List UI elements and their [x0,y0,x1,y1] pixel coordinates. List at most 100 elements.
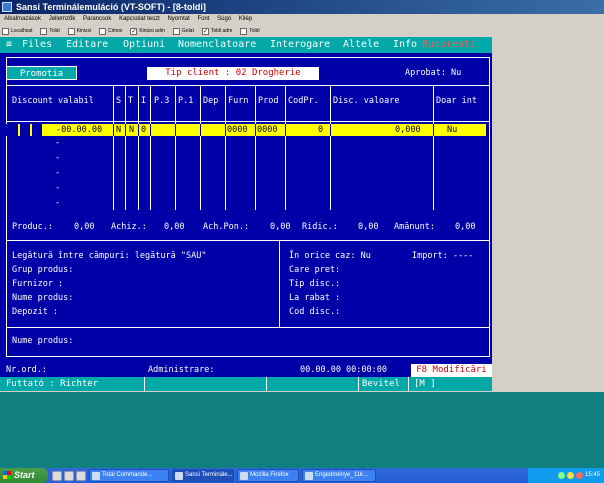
tray-icon[interactable] [557,472,565,479]
menu-item-nyomtat[interactable]: Nyomtat [167,16,189,22]
col-sep [125,85,126,210]
toolbar-label: Kinizsi [76,28,92,34]
terminal-menu-nomenclatoare[interactable]: Nomenclatoare [178,37,256,53]
taskbar-item-sansi[interactable]: Sansi Terminále... [172,469,234,482]
title-bar[interactable]: Sansi Terminálemuláció (VT-SOFT) - [8-to… [0,0,604,14]
empty-row-marker: - [55,138,61,148]
toolbar-item[interactable]: Localhost [2,25,32,37]
terminal-menu-altele[interactable]: Altele [343,37,379,53]
depozit-field[interactable]: Depozit : [12,307,58,318]
terminal-status-bar: Futtató : Richter Bevitel [M ] [0,377,492,391]
col-sep [200,85,201,210]
tip-disc-field[interactable]: Tip disc.: [289,279,340,290]
produc-value: 0,00 [74,222,95,232]
cell-t[interactable]: N [129,124,134,136]
toolbar-item[interactable]: ✓ Toldi adm [201,25,232,37]
care-pret-field[interactable]: Care pret: [289,265,340,276]
checkbox[interactable] [99,27,107,35]
row-sep [125,124,126,136]
col-header: Dep [203,96,219,106]
administrare-label: Administrare: [148,365,215,375]
cursor-cell[interactable] [32,124,42,136]
row-sep [433,124,434,136]
checkbox[interactable]: ✓ [130,27,138,35]
taskbar-item-total-commander[interactable]: Total Commande... [89,469,169,482]
table-row-selected[interactable]: -00.00.00 N N 0 0000 0000 0 0,000 Nu [6,124,486,136]
nume-produs-field[interactable]: Nume produs: [12,293,73,304]
terminal-menu-files[interactable]: Files [22,37,52,53]
checkbox[interactable]: ✓ [201,27,209,35]
row-sep [255,124,256,136]
cell-disc[interactable]: 0,000 [395,124,421,136]
cell-codpr[interactable]: 0 [318,124,323,136]
cursor-cell[interactable] [20,124,30,136]
checkbox[interactable] [240,27,248,35]
import-field[interactable]: Import: ---- [412,251,473,262]
cell-prod[interactable]: 0000 [257,124,277,136]
tray-icon[interactable] [575,472,583,479]
in-orice-caz-field[interactable]: În orice caz: Nu [289,251,371,262]
tray-icon[interactable] [566,472,574,479]
quick-launch [52,470,86,481]
terminal-menu-optiuni[interactable]: Optiuni [123,37,165,53]
achiz-label: Achiz.: [111,222,147,232]
menu-item-kapcsolat-teszt[interactable]: Kapcsolat teszt [119,16,160,22]
terminal-menu-info[interactable]: Info [393,37,417,53]
col-header: P.3 [154,96,170,106]
row-sep [175,124,176,136]
cod-disc-field[interactable]: Cod disc.: [289,307,340,318]
furnizor-field[interactable]: Furnizor : [12,279,63,290]
cell-doar[interactable]: Nu [447,124,457,136]
toolbar-item[interactable]: Toldi [240,25,260,37]
quicklaunch-icon[interactable] [64,470,74,481]
cell-s[interactable]: N [116,124,121,136]
taskbar-item-firefox[interactable]: Mozilla Firefox [237,469,299,482]
terminal-menu-interogare[interactable]: Interogare [270,37,330,53]
menu-item-parancsok[interactable]: Parancsok [83,16,111,22]
legatura-field[interactable]: Legătură între cămpuri: legătură "SAU" [12,251,206,262]
menu-item-kilep[interactable]: Kilép [239,16,252,22]
taskbar-item-engedmenye[interactable]: Engedménye_11k... [302,469,376,482]
menu-item-sugo[interactable]: Súgó [217,16,231,22]
toolbar-item[interactable]: Toldi [40,25,60,37]
menu-item-font[interactable]: Font [197,16,209,22]
empty-row-marker: - [55,153,61,163]
toolbar-label: Cimox [108,28,123,34]
row-sep [150,124,151,136]
checkbox[interactable] [67,27,75,35]
cursor-cell[interactable] [6,124,18,136]
quicklaunch-icon[interactable] [76,470,86,481]
terminal-menu: ≡ Files Editare Optiuni Nomenclatoare In… [0,37,492,53]
terminal-screen[interactable]: ≡ Files Editare Optiuni Nomenclatoare In… [0,37,492,391]
grup-produs-field[interactable]: Grup produs: [12,265,73,276]
cell-furn[interactable]: 0000 [227,124,247,136]
la-rabat-field[interactable]: La rabat : [289,293,340,304]
menu-item-alkalmazasok[interactable]: Alkalmazások [4,16,41,22]
f8-modificari-button[interactable]: F8 Modificări [411,364,492,377]
checkbox[interactable] [172,27,180,35]
status-mode: Bevitel [359,377,409,391]
toolbar-item[interactable]: Golat [172,25,194,37]
nume-produs-search[interactable]: Nume produs: [12,336,73,347]
windows-taskbar: Start Total Commande... Sansi Terminále.… [0,468,604,483]
clock[interactable]: 15:45 [585,468,600,483]
toolbar-label: Localhost [11,28,33,34]
checkbox[interactable] [2,27,9,35]
col-header: P.1 [178,96,194,106]
col-sep [433,85,434,210]
cell-i[interactable]: 0 [141,124,146,136]
toolbar-item[interactable]: ✓ Kinizsi adm [130,25,165,37]
terminal-menu-editare[interactable]: Editare [66,37,108,53]
quicklaunch-icon[interactable] [52,470,62,481]
cell-date[interactable]: -00.00.00 [56,124,102,136]
toolbar-item[interactable]: Kinizsi [67,25,92,37]
status-empty [145,377,267,391]
col-header: Prod [258,96,279,106]
start-button[interactable]: Start [0,468,48,483]
nr-ord-label: Nr.ord.: [6,365,47,375]
empty-row-marker: - [55,168,61,178]
toolbar-item[interactable]: Cimox [99,25,122,37]
checkbox[interactable] [40,27,48,35]
menu-item-jellemzok[interactable]: Jellemzők [49,16,76,22]
col-header: Doar int [436,96,477,106]
